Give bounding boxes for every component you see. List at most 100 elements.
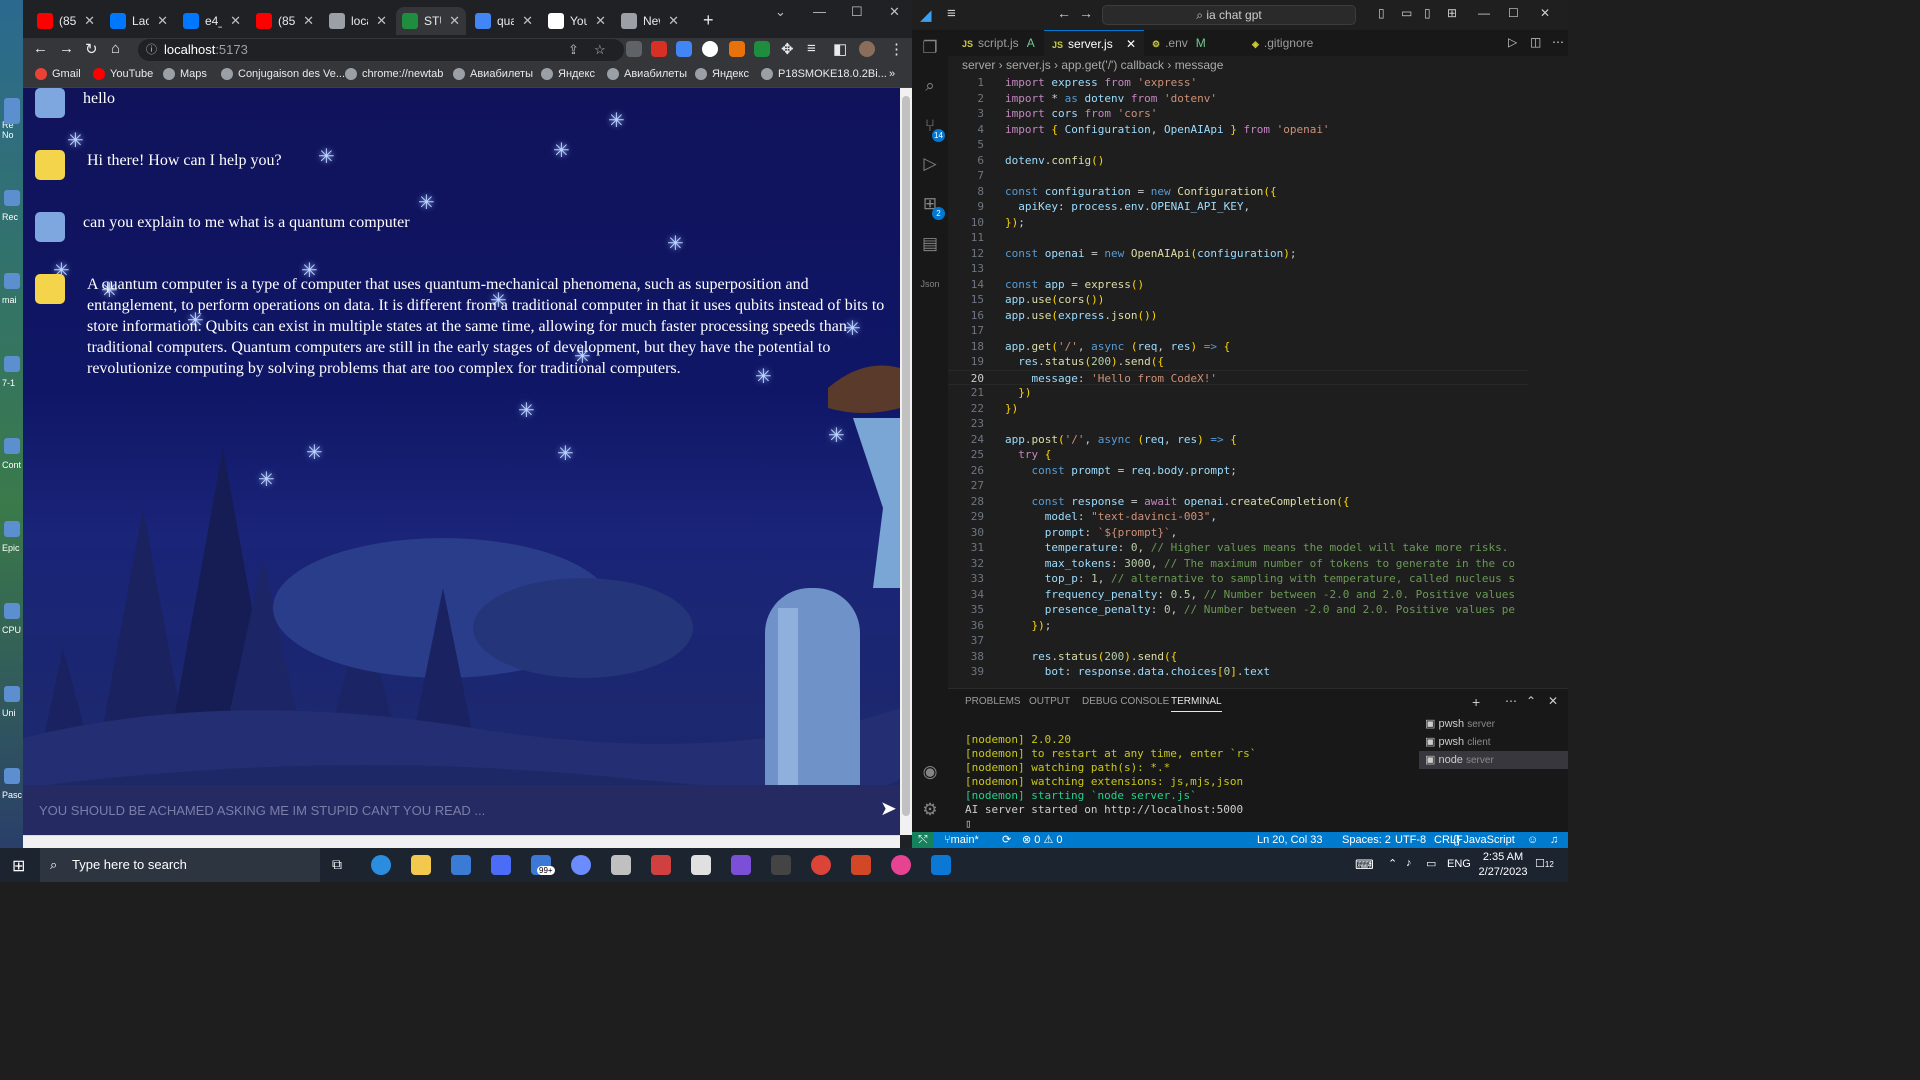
- code-line[interactable]: 23: [948, 416, 1528, 432]
- tray-overflow-icon[interactable]: ⌃: [1388, 857, 1397, 870]
- close-tab-icon[interactable]: ✕: [303, 13, 314, 29]
- search-view-icon[interactable]: ⌕: [919, 76, 941, 98]
- desktop-shortcut-icon[interactable]: [4, 686, 20, 702]
- shield-icon[interactable]: [754, 41, 770, 57]
- app-icon-4[interactable]: [651, 855, 671, 875]
- code-line[interactable]: 21 }): [948, 385, 1528, 401]
- clock-date[interactable]: 2/27/2023: [1474, 866, 1532, 878]
- app-icon-5[interactable]: [691, 855, 711, 875]
- settings-gear-icon[interactable]: ⚙: [919, 800, 941, 822]
- desktop-shortcut-icon[interactable]: [4, 521, 20, 537]
- code-line[interactable]: 5: [948, 137, 1528, 153]
- vscode-maximize-button[interactable]: ☐: [1508, 6, 1519, 20]
- desktop-shortcut-icon[interactable]: [4, 273, 20, 289]
- visual-studio-icon[interactable]: [731, 855, 751, 875]
- close-tab-icon[interactable]: ✕: [376, 13, 387, 29]
- json-icon[interactable]: Json: [919, 273, 941, 295]
- toggle-panel-icon[interactable]: ▭: [1401, 6, 1412, 20]
- source-control-icon[interactable]: ⑂ 14: [919, 116, 945, 142]
- new-terminal-icon[interactable]: +: [1472, 694, 1480, 710]
- scrollbar-thumb[interactable]: [902, 96, 910, 816]
- code-line[interactable]: 25 try {: [948, 447, 1528, 463]
- address-bar[interactable]: ⓘ localhost:5173 ⇪ ☆: [138, 39, 624, 61]
- translate-icon[interactable]: [676, 41, 692, 57]
- toggle-sidebar-icon[interactable]: ▯: [1378, 6, 1385, 20]
- code-line[interactable]: 28 const response = await openai.createC…: [948, 494, 1528, 510]
- vscode-taskbar-icon[interactable]: [931, 855, 951, 875]
- minimize-button[interactable]: —: [813, 4, 826, 19]
- store-icon[interactable]: [451, 855, 471, 875]
- bookmark-item[interactable]: YouTube: [93, 68, 153, 80]
- nav-back-icon[interactable]: ←: [1057, 5, 1071, 21]
- browser-tab[interactable]: local ✕: [323, 7, 393, 35]
- code-line[interactable]: 16 app.use(express.json()): [948, 308, 1528, 324]
- close-tab-icon[interactable]: ✕: [595, 13, 606, 29]
- code-line[interactable]: 17: [948, 323, 1528, 339]
- browser-tab[interactable]: STUD ✕: [396, 7, 466, 35]
- app-icon-6[interactable]: [771, 855, 791, 875]
- desktop-shortcut-icon[interactable]: [4, 603, 20, 619]
- sync-icon[interactable]: ⟳: [1002, 832, 1011, 848]
- bookmark-item[interactable]: Яндекс: [695, 68, 749, 80]
- code-line[interactable]: 27: [948, 478, 1528, 494]
- close-window-button[interactable]: ✕: [889, 4, 900, 20]
- desktop-shortcut-icon[interactable]: [4, 768, 20, 784]
- code-line[interactable]: 31 temperature: 0, // Higher values mean…: [948, 540, 1528, 556]
- code-line[interactable]: 35 presence_penalty: 0, // Number betwee…: [948, 602, 1528, 618]
- profile-avatar[interactable]: [859, 41, 875, 57]
- code-line[interactable]: 2 import * as dotenv from 'dotenv': [948, 91, 1528, 107]
- minimap[interactable]: [1528, 75, 1568, 685]
- code-line[interactable]: 29 model: "text-davinci-003",: [948, 509, 1528, 525]
- cursor-position[interactable]: Ln 20, Col 33: [1257, 832, 1322, 848]
- code-editor[interactable]: 1 import express from 'express' 2 import * …: [948, 75, 1568, 685]
- maximize-panel-icon[interactable]: ⌃: [1526, 694, 1536, 708]
- code-line[interactable]: 15 app.use(cors()): [948, 292, 1528, 308]
- code-line[interactable]: 6 dotenv.config(): [948, 153, 1528, 169]
- breadcrumb-item[interactable]: message: [1175, 58, 1224, 72]
- terminal-instance[interactable]: ▣ pwsh client: [1419, 733, 1568, 751]
- network-icon[interactable]: ▭: [1426, 857, 1436, 870]
- hamburger-menu-icon[interactable]: ≡: [947, 5, 956, 22]
- language-mode[interactable]: {} JavaScript: [1453, 832, 1515, 848]
- site-info-icon[interactable]: ⓘ: [146, 39, 157, 61]
- bookmark-item[interactable]: Gmail: [35, 68, 81, 80]
- reading-list-icon[interactable]: ≡: [807, 40, 816, 57]
- split-editor-icon[interactable]: ◫: [1530, 35, 1541, 49]
- indentation-status[interactable]: Spaces: 2: [1342, 832, 1391, 848]
- clock-time[interactable]: 2:35 AM: [1478, 851, 1528, 863]
- feedback-icon[interactable]: ☺: [1527, 832, 1538, 848]
- reload-icon[interactable]: ↻: [85, 40, 98, 58]
- new-tab-button[interactable]: +: [703, 10, 714, 31]
- encoding-status[interactable]: UTF-8: [1395, 832, 1426, 848]
- code-line[interactable]: 7: [948, 168, 1528, 184]
- desktop-shortcut-icon[interactable]: [4, 438, 20, 454]
- panel-tab[interactable]: DEBUG CONSOLE: [1082, 696, 1169, 707]
- code-line[interactable]: 34 frequency_penalty: 0.5, // Number bet…: [948, 587, 1528, 603]
- close-tab-icon[interactable]: ✕: [157, 13, 168, 29]
- send-icon[interactable]: ➤: [880, 796, 897, 821]
- code-line[interactable]: 1 import express from 'express': [948, 75, 1528, 91]
- bookmark-item[interactable]: Авиабилеты: [453, 68, 533, 80]
- breadcrumb-item[interactable]: server: [962, 58, 995, 72]
- code-line[interactable]: 14 const app = express(): [948, 277, 1528, 293]
- code-line[interactable]: 39 bot: response.data.choices[0].text: [948, 664, 1528, 680]
- notifications-bell-icon[interactable]: ♫: [1550, 832, 1558, 848]
- bookmark-item[interactable]: chrome://newtab: [345, 68, 443, 80]
- code-line[interactable]: 30 prompt: `${prompt}`,: [948, 525, 1528, 541]
- notification-center-icon[interactable]: ☐12: [1535, 857, 1554, 870]
- side-panel-icon[interactable]: ◧: [833, 40, 847, 58]
- browser-tab[interactable]: quar ✕: [469, 7, 539, 35]
- extension-icon-3[interactable]: [729, 41, 745, 57]
- code-line[interactable]: 19 res.status(200).send({: [948, 354, 1528, 370]
- bookmark-item[interactable]: Maps: [163, 68, 207, 80]
- panel-tab[interactable]: OUTPUT: [1029, 696, 1070, 707]
- editor-tab[interactable]: ⚙ .env M: [1144, 30, 1214, 56]
- page-vertical-scrollbar[interactable]: [900, 88, 912, 835]
- page-horizontal-scrollbar[interactable]: [23, 835, 900, 848]
- bookmark-item[interactable]: Авиабилеты: [607, 68, 687, 80]
- code-line[interactable]: 4 import { Configuration, OpenAIApi } fro…: [948, 122, 1528, 138]
- code-line[interactable]: 18 app.get('/', async (req, res) => {: [948, 339, 1528, 355]
- browser-tab[interactable]: Your ✕: [542, 7, 612, 35]
- code-line[interactable]: 3 import cors from 'cors': [948, 106, 1528, 122]
- nav-forward-icon[interactable]: →: [1079, 5, 1093, 21]
